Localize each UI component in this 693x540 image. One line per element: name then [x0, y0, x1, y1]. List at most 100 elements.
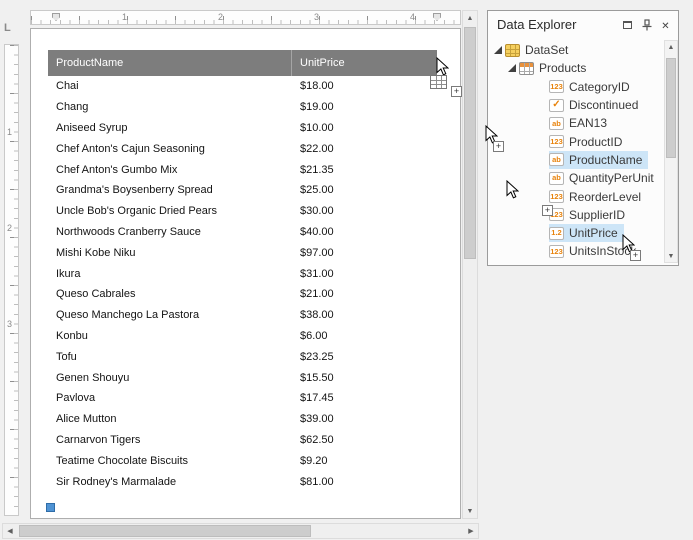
cell-unit-price: $18.00: [300, 80, 334, 93]
scroll-right-button[interactable]: [464, 524, 478, 538]
table-body[interactable]: Chai $18.00 Chang $19.00 Aniseed Syrup $10.00…: [48, 76, 438, 492]
tree-item-reorderlevel[interactable]: 123 ReorderLevel: [549, 187, 647, 205]
horizontal-scrollbar-thumb[interactable]: [19, 525, 311, 537]
table-header-row[interactable]: ProductName UnitPrice: [48, 50, 438, 76]
table-row[interactable]: Chai $18.00: [48, 76, 438, 97]
margin-marker-left[interactable]: [52, 13, 60, 21]
table-row[interactable]: Carnarvon Tigers $62.50: [48, 430, 438, 451]
tree-item-label: EAN13: [569, 116, 608, 131]
tree-item-supplierid[interactable]: 123 SupplierID: [549, 206, 631, 224]
tree-item-categoryid[interactable]: 123 CategoryID: [549, 78, 636, 96]
panel-vertical-scrollbar[interactable]: [664, 40, 678, 263]
column-header-productname[interactable]: ProductName: [48, 50, 292, 76]
vertical-ruler[interactable]: 1 2 3: [4, 44, 19, 516]
maximize-button[interactable]: [620, 17, 635, 32]
table-row[interactable]: Ikura $31.00: [48, 263, 438, 284]
dataset-field-icon: [505, 43, 520, 57]
horizontal-ruler[interactable]: 1 2 3 4: [30, 10, 461, 25]
drag-plus-icon: [493, 141, 504, 152]
tree-item-ean13[interactable]: ab EAN13: [549, 114, 613, 132]
cell-product-name: Chai: [56, 80, 79, 93]
ruler-number: 1: [122, 12, 128, 22]
data-explorer-tree: DataSet Products 123 CategoryID ✓ Discontinue…: [490, 41, 662, 261]
tree-item-productid[interactable]: 123 ProductID: [549, 132, 628, 150]
table-row[interactable]: Chang $19.00: [48, 97, 438, 118]
column-header-unitprice[interactable]: UnitPrice: [292, 50, 437, 76]
margin-marker-right[interactable]: [433, 13, 441, 21]
tree-item-label: Products: [539, 61, 587, 76]
vertical-scrollbar-thumb[interactable]: [464, 27, 476, 259]
tree-item-label: Discontinued: [569, 98, 639, 113]
maximize-icon: [623, 20, 632, 29]
scroll-left-button[interactable]: [3, 524, 17, 538]
tree-item-products[interactable]: Products: [508, 59, 592, 77]
cell-unit-price: $81.00: [300, 475, 334, 488]
table-row[interactable]: Konbu $6.00: [48, 326, 438, 347]
table-row[interactable]: Genen Shouyu $15.50: [48, 367, 438, 388]
tree-item-label: ReorderLevel: [569, 189, 642, 204]
scroll-up-button[interactable]: [463, 11, 477, 25]
panel-buttons: [620, 17, 673, 32]
table-row[interactable]: Chef Anton's Cajun Seasoning $22.00: [48, 138, 438, 159]
table-row[interactable]: Grandma's Boysenberry Spread $25.00: [48, 180, 438, 201]
tree-item-unitprice[interactable]: 1.2 UnitPrice: [549, 223, 624, 243]
cell-unit-price: $22.00: [300, 142, 334, 155]
drag-plus-icon: [542, 205, 553, 216]
table-row[interactable]: Northwoods Cranberry Sauce $40.00: [48, 222, 438, 243]
cell-product-name: Genen Shouyu: [56, 371, 130, 384]
cell-unit-price: $25.00: [300, 184, 334, 197]
table-row[interactable]: Aniseed Syrup $10.00: [48, 118, 438, 139]
pin-button[interactable]: [639, 17, 654, 32]
report-designer-window: { "colors": { "accent_orange": "#e8830c"…: [0, 0, 693, 540]
cell-unit-price: $21.35: [300, 163, 334, 176]
table-row[interactable]: Queso Cabrales $21.00: [48, 284, 438, 305]
cell-product-name: Chang: [56, 101, 89, 114]
string-field-icon: ab: [549, 116, 564, 130]
table-row[interactable]: Teatime Chocolate Biscuits $9.20: [48, 450, 438, 471]
drag-plus-icon: [451, 86, 462, 97]
arrow-left-icon: [7, 527, 12, 535]
table-row[interactable]: Queso Manchego La Pastora $38.00: [48, 305, 438, 326]
cell-unit-price: $19.00: [300, 101, 334, 114]
table-row[interactable]: Alice Mutton $39.00: [48, 409, 438, 430]
cell-product-name: Carnarvon Tigers: [56, 433, 141, 446]
cell-unit-price: $31.00: [300, 267, 334, 280]
panel-scrollbar-thumb[interactable]: [666, 58, 676, 158]
tree-item-label: SupplierID: [569, 207, 626, 222]
cell-product-name: Aniseed Syrup: [56, 121, 128, 134]
bool-field-icon: ✓: [549, 98, 564, 112]
table-row[interactable]: Chef Anton's Gumbo Mix $21.35: [48, 159, 438, 180]
drag-table-icon: [430, 75, 447, 89]
cell-unit-price: $38.00: [300, 309, 334, 322]
int-field-icon: 123: [549, 190, 564, 204]
expander-icon[interactable]: [494, 46, 502, 55]
table-row[interactable]: Pavlova $17.45: [48, 388, 438, 409]
design-vertical-scrollbar[interactable]: [462, 10, 478, 519]
cell-product-name: Tofu: [56, 350, 77, 363]
design-horizontal-scrollbar[interactable]: [2, 523, 479, 539]
scroll-down-button[interactable]: [463, 504, 477, 518]
ruler-number: 2: [7, 223, 13, 233]
cell-product-name: Northwoods Cranberry Sauce: [56, 225, 201, 238]
tree-item-label: QuantityPerUnit: [569, 171, 654, 186]
tree-item-discontinued[interactable]: ✓ Discontinued: [549, 96, 644, 114]
arrow-up-icon: [668, 44, 675, 51]
close-button[interactable]: [658, 17, 673, 32]
tab-stop-marker[interactable]: L: [4, 22, 11, 34]
table-row[interactable]: Sir Rodney's Marmalade $81.00: [48, 471, 438, 492]
expander-icon[interactable]: [508, 64, 516, 73]
panel-scroll-up-button[interactable]: [665, 41, 677, 53]
tree-item-dataset[interactable]: DataSet: [494, 41, 574, 59]
tree-item-productname[interactable]: ab ProductName: [549, 150, 649, 170]
cell-unit-price: $30.00: [300, 205, 334, 218]
tree-item-quantityperunit[interactable]: ab QuantityPerUnit: [549, 169, 660, 187]
table-row[interactable]: Mishi Kobe Niku $97.00: [48, 242, 438, 263]
string-field-icon: ab: [549, 153, 564, 167]
table-row[interactable]: Uncle Bob's Organic Dried Pears $30.00: [48, 201, 438, 222]
cell-unit-price: $9.20: [300, 454, 328, 467]
data-explorer-panel: Data Explorer DataSet Products 123 Category…: [487, 10, 679, 266]
panel-scroll-down-button[interactable]: [665, 250, 677, 262]
band-handle[interactable]: [46, 503, 55, 512]
table-row[interactable]: Tofu $23.25: [48, 346, 438, 367]
string-field-icon: ab: [549, 171, 564, 185]
